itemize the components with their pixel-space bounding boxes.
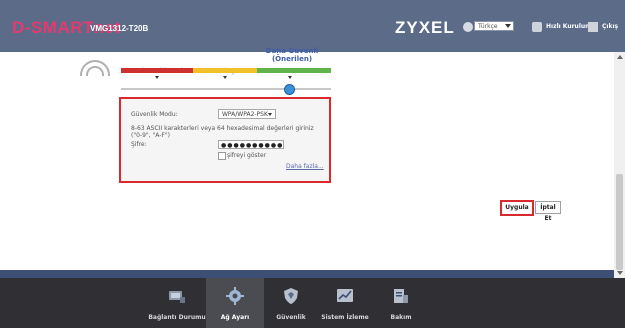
nav-item-connection-status[interactable]: Bağlantı Durumu [148, 278, 206, 328]
language-value: Türkçe [478, 23, 498, 30]
security-mode-value: WPA/WPA2-PSK [222, 111, 268, 118]
apply-button[interactable]: Uygula [500, 200, 534, 216]
main-content: Güvenlik Yok Kolay Daha Güvenli (Önerile… [0, 47, 614, 270]
nav-item-security[interactable]: Güvenlik [262, 278, 320, 328]
tick-marker-best [288, 76, 292, 79]
scroll-thumb[interactable] [616, 174, 623, 270]
password-hint: 8-63 ASCII karakterleri veya 64 hexadesi… [131, 125, 314, 139]
cancel-button[interactable]: İptal Et [535, 201, 561, 222]
logout-link[interactable]: Çıkış [602, 23, 618, 30]
show-password-checkbox[interactable] [218, 152, 226, 160]
brand-logo: ZYXEL [395, 18, 455, 37]
monitor-icon [169, 291, 185, 303]
more-link[interactable]: Daha fazla... [286, 163, 324, 170]
nav-item-maintenance[interactable]: Bakım [372, 278, 430, 328]
chevron-down-icon [268, 113, 272, 116]
password-label: Şifre: [131, 141, 147, 148]
security-slider-handle[interactable] [284, 84, 295, 95]
nav-label: Ağ Ayarı [220, 314, 250, 321]
security-mode-label: Güvenlik Modu: [131, 111, 178, 118]
level-label-best-line2: (Önerilen) [271, 55, 313, 63]
level-label-best-line1: Daha Güvenli [265, 47, 319, 55]
nav-label: Güvenlik [276, 314, 306, 321]
level-label-best: Daha Güvenli (Önerilen) [262, 47, 322, 63]
vertical-scrollbar[interactable] [614, 52, 625, 278]
level-bar-best[interactable] [257, 68, 331, 73]
nav-label: Bağlantı Durumu [148, 314, 206, 321]
bottom-navigation: Bağlantı Durumu Ağ Ayarı Güvenlik Sistem… [0, 278, 625, 328]
nav-label: Bakım [390, 314, 412, 321]
nav-item-network-settings[interactable]: Ağ Ayarı [206, 278, 264, 328]
scroll-down-icon[interactable] [617, 271, 623, 275]
password-input[interactable]: ●●●●●●●●●● [218, 140, 284, 149]
nav-label: Sistem İzleme [321, 314, 369, 321]
show-password-label: şifreyi göster [227, 152, 267, 159]
content-bottom-strip [0, 270, 614, 278]
scroll-up-icon[interactable] [617, 55, 623, 59]
shield-icon [284, 288, 298, 304]
tick-marker-easy [223, 76, 227, 79]
logout-icon[interactable] [588, 22, 598, 32]
model-name: VMG1312-T20B [90, 24, 149, 33]
level-bar-easy[interactable] [193, 68, 257, 73]
wizard-icon[interactable] [532, 22, 542, 32]
chevron-down-icon [505, 24, 511, 28]
chart-icon [337, 289, 353, 302]
security-mode-select[interactable]: WPA/WPA2-PSK [218, 109, 276, 119]
globe-icon [463, 22, 473, 32]
network-gear-icon [226, 287, 244, 305]
top-header: D-SMARTnet VMG1312-T20B ZYXEL Türkçe Hız… [0, 0, 625, 52]
maintenance-icon [394, 289, 408, 303]
security-settings-panel: Güvenlik Modu: WPA/WPA2-PSK 8-63 ASCII k… [119, 97, 331, 183]
tick-marker-none [155, 76, 159, 79]
level-bar-none[interactable] [121, 68, 193, 73]
language-select[interactable]: Türkçe [474, 21, 514, 31]
quick-setup-link[interactable]: Hızlı Kurulum [546, 23, 591, 30]
nav-item-system-monitor[interactable]: Sistem İzleme [316, 278, 374, 328]
security-slider-track[interactable] [121, 88, 331, 90]
